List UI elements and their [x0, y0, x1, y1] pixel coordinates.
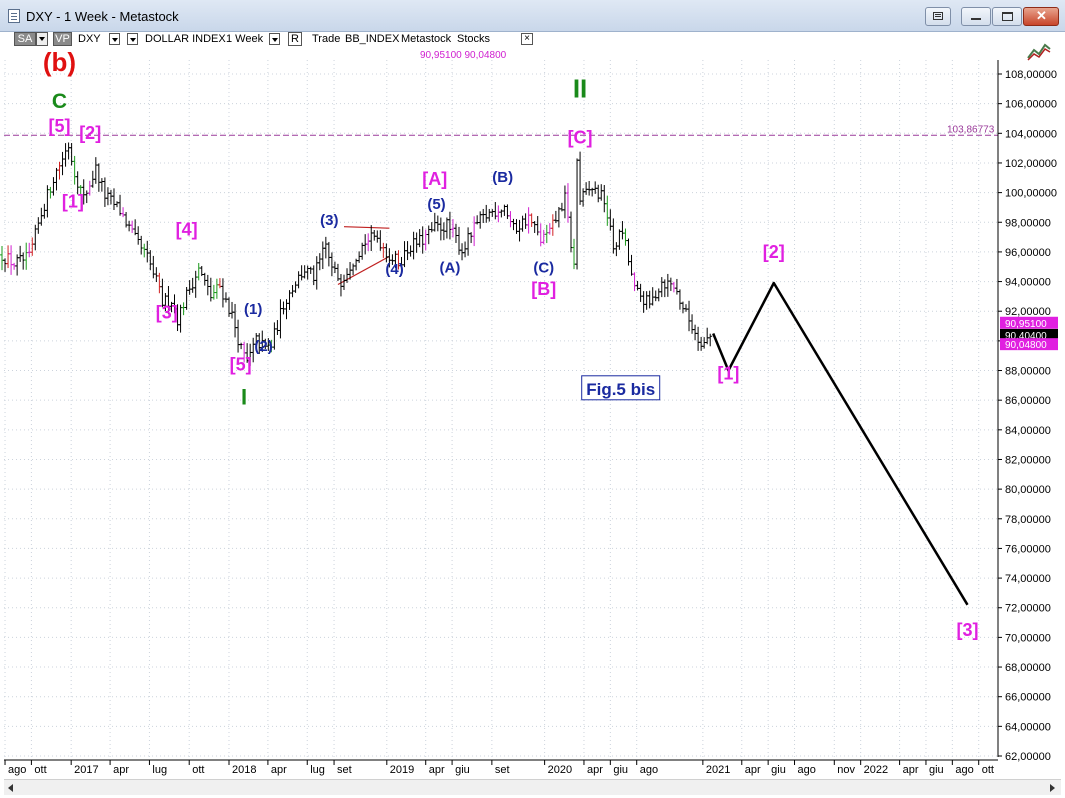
price-tick-label: 80,00000 [1005, 484, 1051, 496]
time-tick-label: ago [798, 764, 816, 776]
time-tick-label: 2021 [706, 764, 730, 776]
price-tag-label: 90,04800 [1005, 340, 1047, 351]
wave-label: [3] [956, 620, 978, 640]
time-tick-label: apr [903, 764, 919, 776]
price-tick-label: 82,00000 [1005, 454, 1051, 466]
wave-label: [1] [717, 363, 739, 383]
price-tick-label: 98,00000 [1005, 217, 1051, 229]
wave-label: [B] [531, 279, 556, 299]
price-tick-label: 74,00000 [1005, 573, 1051, 585]
time-tick-label: giu [929, 764, 944, 776]
time-tick-label: ago [640, 764, 658, 776]
wave-label: (A) [440, 260, 461, 277]
wave-label: [C] [568, 128, 593, 148]
horizontal-scrollbar[interactable] [4, 779, 1061, 795]
price-tick-label: 68,00000 [1005, 662, 1051, 674]
wave-label: [3] [156, 303, 178, 323]
chart-type-icon[interactable] [1026, 40, 1052, 62]
price-tick-label: 76,00000 [1005, 543, 1051, 555]
price-tick-label: 64,00000 [1005, 721, 1051, 733]
time-axis: ago ott 2017 apr lug ott 2018 apr lug set 2019 apr g… [4, 759, 998, 776]
wave-label: (3) [320, 212, 338, 229]
wave-label: (C) [533, 260, 554, 277]
time-tick-label: apr [429, 764, 445, 776]
scroll-left-icon[interactable] [8, 784, 13, 792]
time-tick-label: 2018 [232, 764, 256, 776]
time-tick-label: ott [982, 764, 994, 776]
time-tick-label: set [495, 764, 510, 776]
time-tick-label: apr [113, 764, 129, 776]
price-tags: 90,9510090,4040090,04800 [1000, 316, 1058, 351]
price-tick-label: 62,00000 [1005, 751, 1051, 763]
time-tick-label: 2019 [390, 764, 414, 776]
price-tick-label: 72,00000 [1005, 603, 1051, 615]
time-tick-label: set [337, 764, 352, 776]
time-tick-label: ago [8, 764, 26, 776]
time-tick-label: apr [745, 764, 761, 776]
price-tag-label: 90,95100 [1005, 319, 1047, 330]
figure-label: Fig.5 bis [586, 380, 655, 399]
wave-label: I [241, 385, 247, 410]
price-tick-label: 92,00000 [1005, 306, 1051, 318]
time-tick-label: giu [613, 764, 628, 776]
wave-label: (2) [254, 338, 272, 355]
time-tick-label: lug [310, 764, 325, 776]
price-tick-label: 104,00000 [1005, 128, 1057, 140]
wave-label: [5] [230, 355, 252, 375]
wave-label: II [573, 74, 587, 104]
price-chart[interactable]: 103,86773 (b)C[5] [2][1][4][3] (1)(2)[5]I(… [0, 0, 1065, 798]
price-tick-label: 106,00000 [1005, 99, 1057, 111]
time-tick-label: apr [587, 764, 603, 776]
time-tick-label: 2022 [864, 764, 888, 776]
time-tick-label: giu [771, 764, 786, 776]
time-tick-label: 2020 [548, 764, 572, 776]
wave-label: (4) [385, 261, 403, 278]
price-tick-label: 78,00000 [1005, 514, 1051, 526]
wave-label: [1] [62, 191, 84, 211]
price-tick-label: 88,00000 [1005, 366, 1051, 378]
scroll-right-icon[interactable] [1050, 784, 1055, 792]
wave-label: [2] [79, 123, 101, 143]
wave-label: (B) [492, 169, 513, 186]
wave-label: [2] [763, 242, 785, 262]
time-tick-label: nov [837, 764, 855, 776]
price-tick-label: 108,00000 [1005, 69, 1057, 81]
time-tick-label: ago [955, 764, 973, 776]
wave-label: [A] [422, 169, 447, 189]
price-tick-label: 86,00000 [1005, 395, 1051, 407]
price-tick-label: 100,00000 [1005, 188, 1057, 200]
time-tick-label: ott [34, 764, 46, 776]
time-tick-label: 2017 [74, 764, 98, 776]
time-tick-label: ott [192, 764, 204, 776]
time-tick-label: apr [271, 764, 287, 776]
wave-label: (5) [427, 196, 445, 213]
wave-label: C [52, 90, 67, 113]
price-tick-label: 66,00000 [1005, 692, 1051, 704]
price-tick-label: 70,00000 [1005, 632, 1051, 644]
time-tick-label: giu [455, 764, 470, 776]
wave-label: [4] [176, 220, 198, 240]
price-tick-label: 96,00000 [1005, 247, 1051, 259]
price-tick-label: 94,00000 [1005, 277, 1051, 289]
price-tick-label: 102,00000 [1005, 158, 1057, 170]
wave-label: (1) [244, 301, 262, 318]
price-axis: 108,00000 106,00000 104,00000 102,00000 100,… [997, 60, 1057, 763]
time-tick-label: lug [152, 764, 167, 776]
resistance-line-label: 103,86773 [947, 124, 995, 135]
wave-label: [5] [49, 116, 71, 136]
wave-label: (b) [43, 47, 76, 77]
price-tick-label: 84,00000 [1005, 425, 1051, 437]
